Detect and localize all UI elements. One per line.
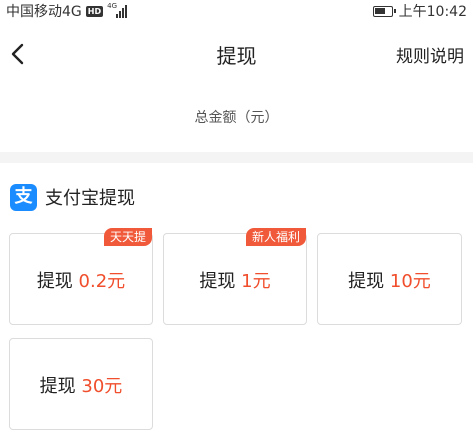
option-amount: 10元 [389,271,431,292]
option-label: 提现 10元 [318,267,461,293]
option-prefix: 提现 [348,271,385,292]
battery-icon [372,5,396,17]
option-label: 提现 0.2元 [10,267,152,293]
rules-button[interactable]: 规则说明 [396,42,464,67]
clock-label: 上午10:42 [398,4,467,20]
signal-icon: 4G [107,2,128,18]
option-badge: 天天提 [103,228,152,246]
option-amount: 0.2元 [78,271,126,292]
withdraw-option-1[interactable]: 新人福利 提现 1元 [163,228,307,325]
alipay-section-header: 支 支付宝提现 [10,183,135,211]
nav-bar: 提现 规则说明 [0,22,473,86]
withdraw-option-0.2[interactable]: 天天提 提现 0.2元 [9,228,153,325]
withdraw-option-10[interactable]: 提现 10元 [317,233,462,325]
hd-icon: HD [85,5,104,17]
carrier-label: 中国移动4G [6,4,82,20]
option-amount: 30元 [81,376,123,397]
option-badge: 新人福利 [245,228,306,246]
status-left: 中国移动4G HD 4G [6,1,128,21]
status-right: 上午10:42 [372,1,467,21]
network-type-label: 4G [107,2,117,10]
withdraw-option-30[interactable]: 提现 30元 [9,338,153,430]
option-prefix: 提现 [36,271,73,292]
option-prefix: 提现 [199,271,236,292]
option-label: 提现 1元 [164,267,306,293]
option-prefix: 提现 [39,376,76,397]
alipay-icon: 支 [10,183,37,211]
alipay-section-title: 支付宝提现 [45,188,135,209]
status-bar: 中国移动4G HD 4G 上午10:42 [0,0,473,22]
total-amount-label: 总金额（元） [194,110,279,126]
section-divider [0,152,473,163]
option-amount: 1元 [241,271,271,292]
option-label: 提现 30元 [10,372,152,398]
total-amount-section: 总金额（元） [0,86,473,152]
